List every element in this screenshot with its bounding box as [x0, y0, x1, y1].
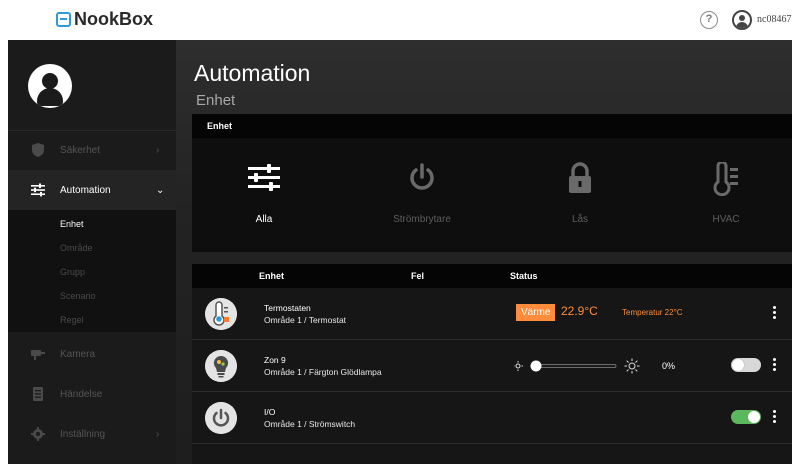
list-icon [33, 387, 43, 401]
device-type-label: Strömbrytare [393, 214, 451, 225]
brightness-slider[interactable] [514, 357, 684, 375]
table-row[interactable]: Zon 9 Område 1 / Färgton Glödlampa 0% [192, 340, 792, 392]
submenu-item-label: Enhet [60, 219, 84, 229]
chevron-right-icon: › [156, 144, 160, 156]
sidebar: Säkerhet › Automation ⌄ Enhet Område Gru… [8, 40, 176, 464]
device-table: Enhet Fel Status Termostaten Område 1 / … [192, 264, 792, 464]
device-type-hvac[interactable]: HVAC [666, 148, 786, 238]
bulb-icon [205, 350, 237, 382]
brand-name: NookBox [74, 9, 154, 29]
device-name: Termostaten [264, 303, 311, 313]
page-title: Automation [194, 60, 311, 86]
device-name: Zon 9 [264, 355, 286, 365]
sidebar-item-sakerhet[interactable]: Säkerhet › [8, 130, 176, 170]
device-type-all[interactable]: Alla [204, 148, 324, 238]
temperature-setpoint: Temperatur 22°C [622, 308, 683, 317]
main-content: Automation Enhet Enhet Alla Strömbrytare [176, 40, 792, 464]
logo-icon [56, 12, 71, 27]
device-area: Område 1 / Termostat [264, 315, 347, 325]
submenu-item-grupp[interactable]: Grupp [8, 260, 176, 284]
camera-icon [31, 350, 45, 360]
column-header-fel[interactable]: Fel [411, 271, 424, 281]
device-type-label: Alla [255, 214, 273, 225]
device-type-lock[interactable]: Lås [520, 148, 640, 238]
sliders-icon [31, 183, 45, 197]
sidebar-item-label: Kamera [60, 348, 96, 360]
device-type-panel: Enhet Alla Strömbrytare Lås HVAC [192, 114, 792, 252]
more-icon[interactable] [773, 306, 776, 320]
submenu-item-enhet[interactable]: Enhet [8, 212, 176, 236]
submenu-item-scenario[interactable]: Scenario [8, 284, 176, 308]
submenu-item-regel[interactable]: Regel [8, 308, 176, 332]
temperature-value: 22.9°C [561, 304, 598, 318]
thermometer-icon [713, 162, 738, 196]
top-bar: NookBox ? nc08467 [0, 0, 792, 40]
device-area: Område 1 / Färgton Glödlampa [264, 367, 382, 377]
sidebar-item-label: Automation [60, 184, 111, 196]
page-subtitle: Enhet [196, 92, 236, 109]
submenu-item-omrade[interactable]: Område [8, 236, 176, 260]
chevron-right-icon: › [156, 428, 160, 440]
table-row[interactable]: I/O Område 1 / Strömswitch [192, 392, 792, 444]
submenu-item-label: Grupp [60, 267, 86, 277]
user-icon[interactable] [732, 10, 752, 30]
help-icon[interactable]: ? [700, 11, 718, 29]
submenu-item-label: Område [60, 243, 93, 253]
sidebar-item-handelse[interactable]: Händelse [8, 374, 176, 414]
device-type-label: Lås [571, 214, 589, 225]
device-type-label: HVAC [712, 214, 740, 225]
table-header: Enhet Fel Status [192, 264, 792, 288]
user-name[interactable]: nc08467 [757, 14, 791, 25]
sidebar-item-automation[interactable]: Automation ⌄ [8, 170, 176, 210]
brightness-high-icon [624, 358, 640, 374]
mode-badge[interactable]: Värme [516, 304, 556, 321]
power-toggle[interactable] [731, 410, 761, 424]
thermostat-icon [205, 298, 237, 330]
panel-header: Enhet [192, 114, 792, 138]
brand-logo[interactable]: NookBox [56, 9, 153, 30]
avatar[interactable] [28, 64, 72, 108]
sidebar-item-installning[interactable]: Inställning › [8, 414, 176, 454]
submenu-item-label: Regel [60, 315, 84, 325]
sliders-icon [248, 164, 280, 191]
sidebar-item-kamera[interactable]: Kamera [8, 334, 176, 374]
power-icon [410, 163, 434, 190]
device-type-switch[interactable]: Strömbrytare [362, 148, 482, 238]
panel-header-label: Enhet [207, 121, 233, 131]
power-icon [205, 402, 237, 434]
more-icon[interactable] [773, 410, 776, 424]
column-header-enhet[interactable]: Enhet [259, 271, 284, 281]
power-toggle[interactable] [731, 358, 761, 372]
brightness-percent: 0% [662, 361, 676, 371]
gear-icon [31, 427, 45, 441]
submenu-item-label: Scenario [60, 291, 96, 301]
column-header-status[interactable]: Status [510, 271, 538, 281]
device-name: I/O [264, 407, 276, 417]
table-row[interactable]: Termostaten Område 1 / Termostat Värme 2… [192, 288, 792, 340]
shield-icon [32, 143, 44, 157]
device-area: Område 1 / Strömswitch [264, 419, 356, 429]
chevron-down-icon: ⌄ [156, 184, 165, 196]
more-icon[interactable] [773, 358, 776, 372]
lock-icon [569, 162, 591, 193]
sidebar-item-label: Inställning [60, 428, 106, 440]
sidebar-item-label: Händelse [60, 388, 103, 400]
sidebar-item-label: Säkerhet [60, 144, 101, 156]
brightness-low-icon [514, 361, 523, 371]
